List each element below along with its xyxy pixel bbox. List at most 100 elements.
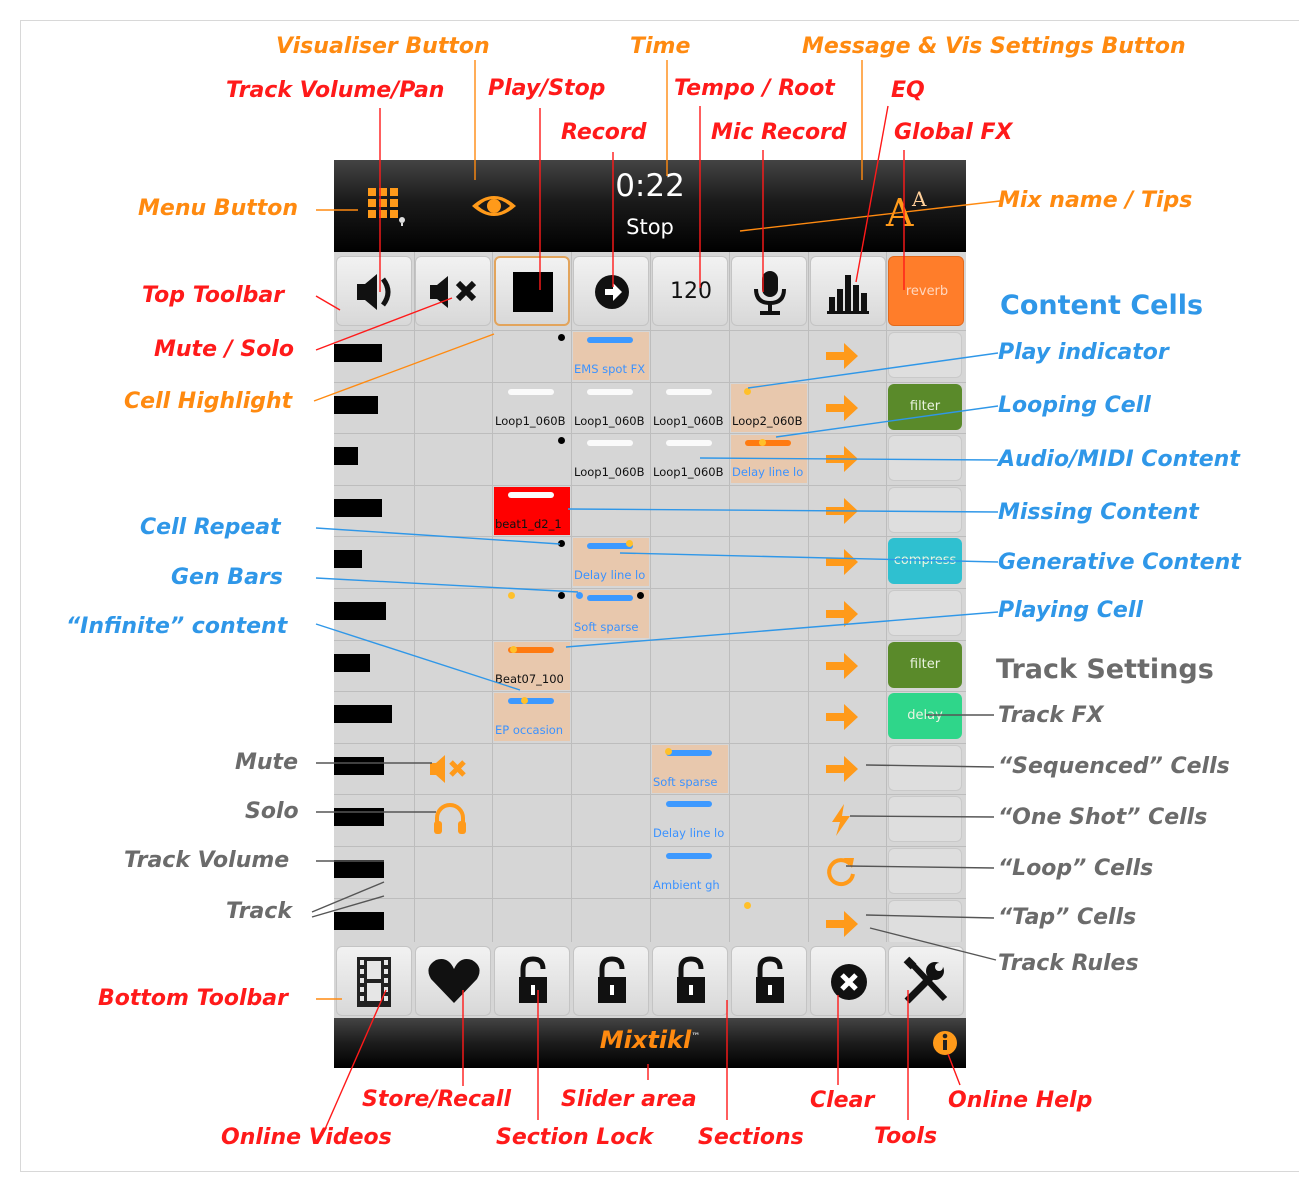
section-lock-button-4[interactable] xyxy=(731,946,807,1016)
mix-name-tips-annotation: Mix name / Tips xyxy=(998,188,1193,213)
track-fx-button[interactable] xyxy=(888,744,962,791)
track-fx-button[interactable]: filter xyxy=(888,383,962,430)
track-divider xyxy=(334,691,966,693)
track-volume-bar[interactable] xyxy=(334,705,392,724)
gen-bar xyxy=(508,491,554,498)
tempo-root-button[interactable]: 120 xyxy=(652,256,728,326)
track-row: Ambient gh xyxy=(334,846,966,898)
slider-area[interactable]: Mixtikl™ xyxy=(334,1018,966,1068)
microphone-icon xyxy=(754,271,786,315)
lock-icon xyxy=(519,956,547,1003)
content-cell[interactable]: Loop1_060B xyxy=(652,435,728,483)
track-volume-bar[interactable] xyxy=(334,602,386,620)
cell-repeat-dot xyxy=(558,592,565,599)
mix-status-text[interactable]: Stop xyxy=(334,215,966,239)
cell-label: Beat07_100 xyxy=(495,671,564,686)
content-cell[interactable]: Loop2_060B xyxy=(731,383,807,432)
tap-arrow-icon[interactable] xyxy=(822,699,862,735)
content-cell[interactable]: EP occasion xyxy=(494,693,570,742)
track-volume-bar[interactable] xyxy=(334,395,378,414)
track-fx-button[interactable] xyxy=(888,590,962,636)
track-fx-button[interactable] xyxy=(888,332,962,378)
info-icon[interactable] xyxy=(932,1030,958,1056)
track-volume-bar[interactable] xyxy=(334,653,370,672)
bottom-toolbar xyxy=(334,942,966,1020)
content-cell[interactable]: Delay line lo xyxy=(652,796,728,844)
content-cell[interactable]: Loop1_060B xyxy=(652,384,728,432)
mic-record-button[interactable] xyxy=(731,256,807,326)
store-recall-button[interactable] xyxy=(415,946,491,1016)
lock-icon xyxy=(677,956,705,1003)
stop-icon xyxy=(513,272,553,312)
time-display: 0:22 xyxy=(615,168,685,204)
lightning-bolt-icon[interactable] xyxy=(822,802,862,838)
section-lock-annotation: Section Lock xyxy=(496,1125,654,1150)
gen-bars-annotation: Gen Bars xyxy=(171,565,283,590)
track-volume-bar[interactable] xyxy=(334,860,384,878)
track-volume-bar[interactable] xyxy=(334,911,384,930)
content-cell[interactable]: Delay line lo xyxy=(731,435,807,484)
tap-arrow-icon[interactable] xyxy=(822,390,862,426)
track-fx-button[interactable] xyxy=(888,796,962,843)
track-volume-bar[interactable] xyxy=(334,808,384,827)
track-fx-button[interactable] xyxy=(888,899,962,946)
tap-arrow-icon[interactable] xyxy=(822,596,862,632)
track-volume-bar[interactable] xyxy=(334,550,362,569)
tap-arrow-icon[interactable] xyxy=(822,906,862,942)
online-videos-button[interactable] xyxy=(336,946,412,1016)
track-volume-bar[interactable] xyxy=(334,344,382,362)
track-fx-button[interactable] xyxy=(888,848,962,894)
content-cell[interactable]: EMS spot FX xyxy=(573,332,649,380)
cell-repeat-dot xyxy=(637,592,644,599)
cell-repeat-dot xyxy=(558,334,565,341)
global-fx-button[interactable]: reverb xyxy=(888,256,964,326)
track-fx-button[interactable]: compress xyxy=(888,538,962,585)
loop-arrow-icon[interactable] xyxy=(822,854,862,890)
font-settings-icon[interactable]: A A xyxy=(882,184,938,235)
content-cell[interactable]: Loop1_060B xyxy=(494,384,570,432)
track-volume-bar[interactable] xyxy=(334,498,382,517)
section-lock-button-1[interactable] xyxy=(494,946,570,1016)
tap-arrow-icon[interactable] xyxy=(822,493,862,529)
content-cell[interactable]: Delay line lo xyxy=(573,538,649,587)
record-button[interactable] xyxy=(573,256,649,326)
eq-button[interactable] xyxy=(810,256,886,326)
track-volume-pan-button[interactable] xyxy=(336,256,412,326)
tap-arrow-icon[interactable] xyxy=(822,544,862,580)
track-fx-button[interactable]: filter xyxy=(888,641,962,688)
mute-solo-button[interactable] xyxy=(415,256,491,326)
play-indicator-dot xyxy=(744,387,751,395)
cell-label: Soft sparse xyxy=(653,774,718,789)
tap-arrow-icon[interactable] xyxy=(822,338,862,374)
track-fx-button[interactable] xyxy=(888,435,962,482)
track-fx-button[interactable]: delay xyxy=(888,693,962,740)
play-stop-annotation: Play/Stop xyxy=(488,76,606,101)
eq-annotation: EQ xyxy=(891,78,925,103)
content-cell[interactable]: Loop1_060B xyxy=(573,384,649,432)
tools-button[interactable] xyxy=(888,946,964,1016)
content-cell[interactable]: Loop1_060B xyxy=(573,435,649,483)
track-volume-bar[interactable] xyxy=(334,756,384,775)
section-lock-button-2[interactable] xyxy=(573,946,649,1016)
content-cell[interactable]: Soft sparse xyxy=(652,744,728,793)
track-row: beat1_d2_1 xyxy=(334,484,966,537)
brand-logo: Mixtikl™ xyxy=(334,1026,966,1054)
tap-arrow-icon[interactable] xyxy=(822,751,862,787)
content-cell[interactable]: Ambient gh xyxy=(652,848,728,896)
playing-cell-annotation: Playing Cell xyxy=(998,598,1143,623)
content-cell[interactable]: beat1_d2_1 xyxy=(494,486,570,535)
one-shot-cells-annotation: “One Shot” Cells xyxy=(998,805,1208,830)
content-cell[interactable]: Beat07_100 xyxy=(494,641,570,690)
track-fx-button[interactable] xyxy=(888,486,962,533)
tap-arrow-icon[interactable] xyxy=(822,648,862,684)
section-lock-button-3[interactable] xyxy=(652,946,728,1016)
headphones-icon[interactable] xyxy=(432,800,468,838)
play-stop-button[interactable] xyxy=(494,256,570,326)
track-volume-bar[interactable] xyxy=(334,447,358,466)
clear-button[interactable] xyxy=(810,946,886,1016)
track-mute-icon[interactable] xyxy=(426,751,470,787)
track-fx-label: compress xyxy=(893,553,957,569)
track-row: Loop1_060B Loop1_060B Delay line lo xyxy=(334,433,966,485)
track-fx-label: filter xyxy=(909,656,941,672)
tap-arrow-icon[interactable] xyxy=(822,441,862,477)
